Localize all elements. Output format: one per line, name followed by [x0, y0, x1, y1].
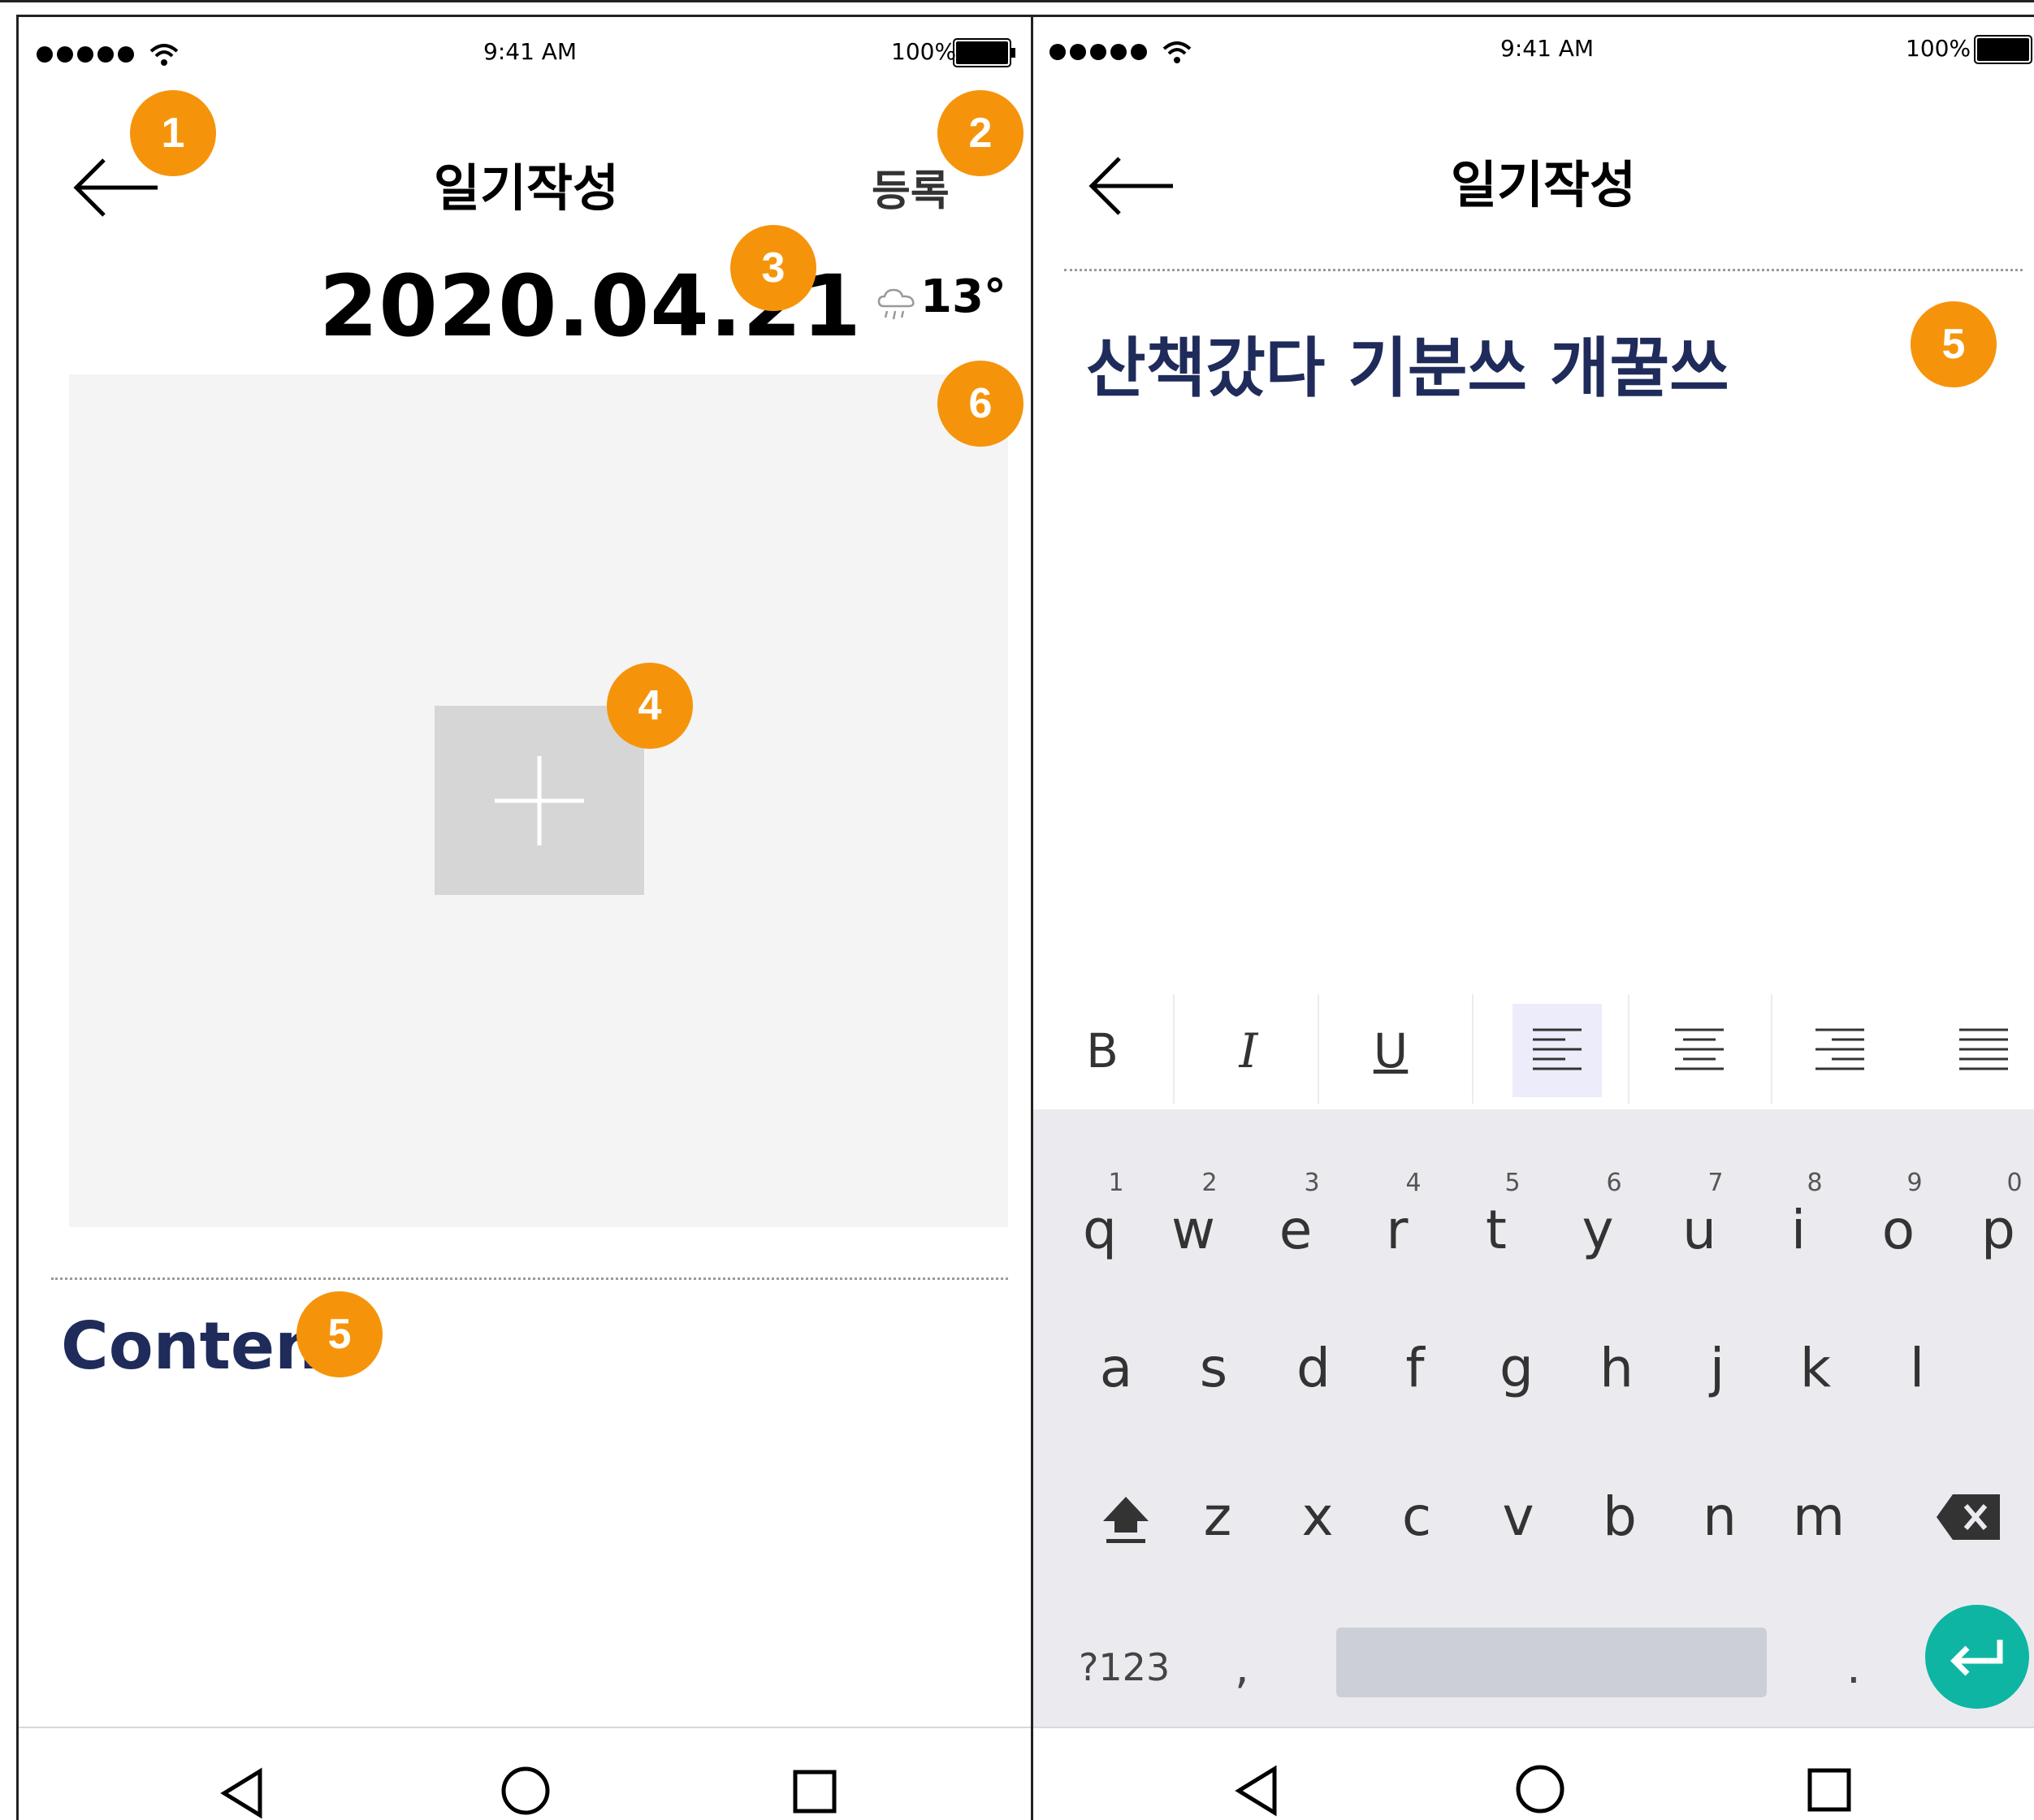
- key-hint-5: 5: [1504, 1169, 1521, 1197]
- key-hint-3: 3: [1304, 1169, 1320, 1197]
- enter-key[interactable]: [1925, 1605, 2029, 1709]
- key-o[interactable]: o: [1866, 1199, 1931, 1261]
- square-recent-icon[interactable]: [1807, 1767, 1852, 1813]
- annotation-badge-2: 2: [937, 90, 1023, 176]
- signal-strength-icon: [1049, 39, 1193, 65]
- bold-button[interactable]: B: [1058, 1004, 1147, 1097]
- period-key[interactable]: .: [1846, 1641, 1861, 1694]
- temperature: 13°: [920, 270, 1006, 323]
- italic-button[interactable]: I: [1204, 1004, 1293, 1097]
- key-hint-7: 7: [1707, 1169, 1724, 1197]
- content-divider: [51, 1277, 1008, 1280]
- key-hint-9: 9: [1906, 1169, 1923, 1197]
- space-key[interactable]: [1336, 1628, 1767, 1697]
- comma-key[interactable]: ,: [1235, 1641, 1249, 1694]
- back-icon[interactable]: [1087, 153, 1176, 218]
- key-hint-2: 2: [1201, 1169, 1218, 1197]
- annotation-badge-5: 5: [1911, 301, 1997, 387]
- key-h[interactable]: h: [1584, 1337, 1649, 1399]
- align-left-button[interactable]: [1513, 1004, 1602, 1097]
- justify-button[interactable]: [1939, 1004, 2028, 1097]
- top-frame-line: [0, 0, 2034, 2]
- underline-button[interactable]: U: [1346, 1004, 1435, 1097]
- shift-icon[interactable]: [1100, 1494, 1152, 1545]
- key-c[interactable]: c: [1384, 1485, 1449, 1548]
- annotation-badge-3: 3: [730, 225, 816, 311]
- key-j[interactable]: j: [1685, 1337, 1750, 1399]
- status-time: 9:41 AM: [1500, 35, 1595, 62]
- align-center-button[interactable]: [1655, 1004, 1744, 1097]
- annotation-badge-5: 5: [296, 1291, 383, 1377]
- backspace-icon[interactable]: [1935, 1491, 2003, 1543]
- plus-icon: [495, 756, 584, 845]
- battery-percent: 100%: [891, 38, 957, 65]
- key-v[interactable]: v: [1486, 1485, 1551, 1548]
- key-x[interactable]: x: [1285, 1485, 1350, 1548]
- key-hint-4: 4: [1405, 1169, 1422, 1197]
- content-text-input[interactable]: 산책갔다 기분쓰 개꿀쓰: [1086, 316, 1729, 410]
- cloud-rain-icon: [877, 288, 915, 320]
- key-m[interactable]: m: [1786, 1485, 1851, 1548]
- triangle-back-icon[interactable]: [1232, 1765, 1281, 1817]
- enter-icon: [1950, 1640, 2003, 1676]
- circle-home-icon[interactable]: [500, 1765, 552, 1817]
- annotation-badge-6: 6: [937, 361, 1023, 447]
- justify-icon: [1959, 1028, 2008, 1070]
- key-hint-6: 6: [1606, 1169, 1622, 1197]
- page-title: 일기작성: [1450, 155, 1637, 214]
- wifi-icon: [149, 44, 179, 66]
- battery-percent: 100%: [1906, 35, 1971, 62]
- key-p[interactable]: p: [1966, 1199, 2031, 1261]
- register-button[interactable]: 등록: [872, 157, 950, 218]
- key-hint-8: 8: [1807, 1169, 1823, 1197]
- key-hint-1: 1: [1108, 1169, 1124, 1197]
- align-right-icon: [1815, 1028, 1864, 1070]
- key-s[interactable]: s: [1181, 1337, 1246, 1399]
- key-e[interactable]: e: [1263, 1199, 1328, 1261]
- annotation-badge-4: 4: [607, 663, 693, 749]
- page-title: 일기작성: [433, 158, 620, 218]
- key-a[interactable]: a: [1084, 1337, 1149, 1399]
- key-l[interactable]: l: [1885, 1337, 1950, 1399]
- battery-icon: [1974, 35, 2032, 64]
- annotation-badge-1: 1: [130, 90, 216, 176]
- key-z[interactable]: z: [1185, 1485, 1250, 1548]
- circle-home-icon[interactable]: [1514, 1763, 1566, 1815]
- status-time: 9:41 AM: [483, 38, 578, 65]
- key-g[interactable]: g: [1484, 1337, 1549, 1399]
- diary-write-typing-screen: 9:41 AM 100% 일기작성 산책갔다 기분쓰 개꿀쓰 5 B I U q…: [1033, 15, 2034, 1820]
- signal-strength-icon: [37, 41, 180, 67]
- key-hint-0: 0: [2006, 1169, 2023, 1197]
- wifi-icon: [1162, 41, 1192, 63]
- key-q[interactable]: q: [1067, 1199, 1132, 1261]
- symbols-key[interactable]: ?123: [1079, 1645, 1170, 1689]
- battery-icon: [953, 38, 1015, 67]
- align-center-icon: [1675, 1028, 1724, 1070]
- align-right-button[interactable]: [1795, 1004, 1885, 1097]
- key-y[interactable]: y: [1565, 1199, 1630, 1261]
- key-f[interactable]: f: [1383, 1337, 1448, 1399]
- key-u[interactable]: u: [1667, 1199, 1732, 1261]
- key-k[interactable]: k: [1783, 1337, 1848, 1399]
- format-toolbar: B I U: [1033, 988, 2034, 1109]
- key-i[interactable]: i: [1766, 1199, 1831, 1261]
- triangle-back-icon[interactable]: [218, 1767, 266, 1819]
- key-d[interactable]: d: [1281, 1337, 1346, 1399]
- content-divider: [1064, 269, 2023, 271]
- key-w[interactable]: w: [1161, 1199, 1226, 1261]
- key-r[interactable]: r: [1365, 1199, 1430, 1261]
- add-photo-button[interactable]: [435, 706, 644, 895]
- key-t[interactable]: t: [1464, 1199, 1529, 1261]
- key-n[interactable]: n: [1687, 1485, 1752, 1548]
- square-recent-icon[interactable]: [792, 1769, 837, 1814]
- diary-write-screen: 9:41 AM 100% 일기작성 등록 2020.04.21 13° Cont…: [16, 15, 1033, 1820]
- key-b[interactable]: b: [1587, 1485, 1652, 1548]
- align-left-icon: [1533, 1028, 1582, 1070]
